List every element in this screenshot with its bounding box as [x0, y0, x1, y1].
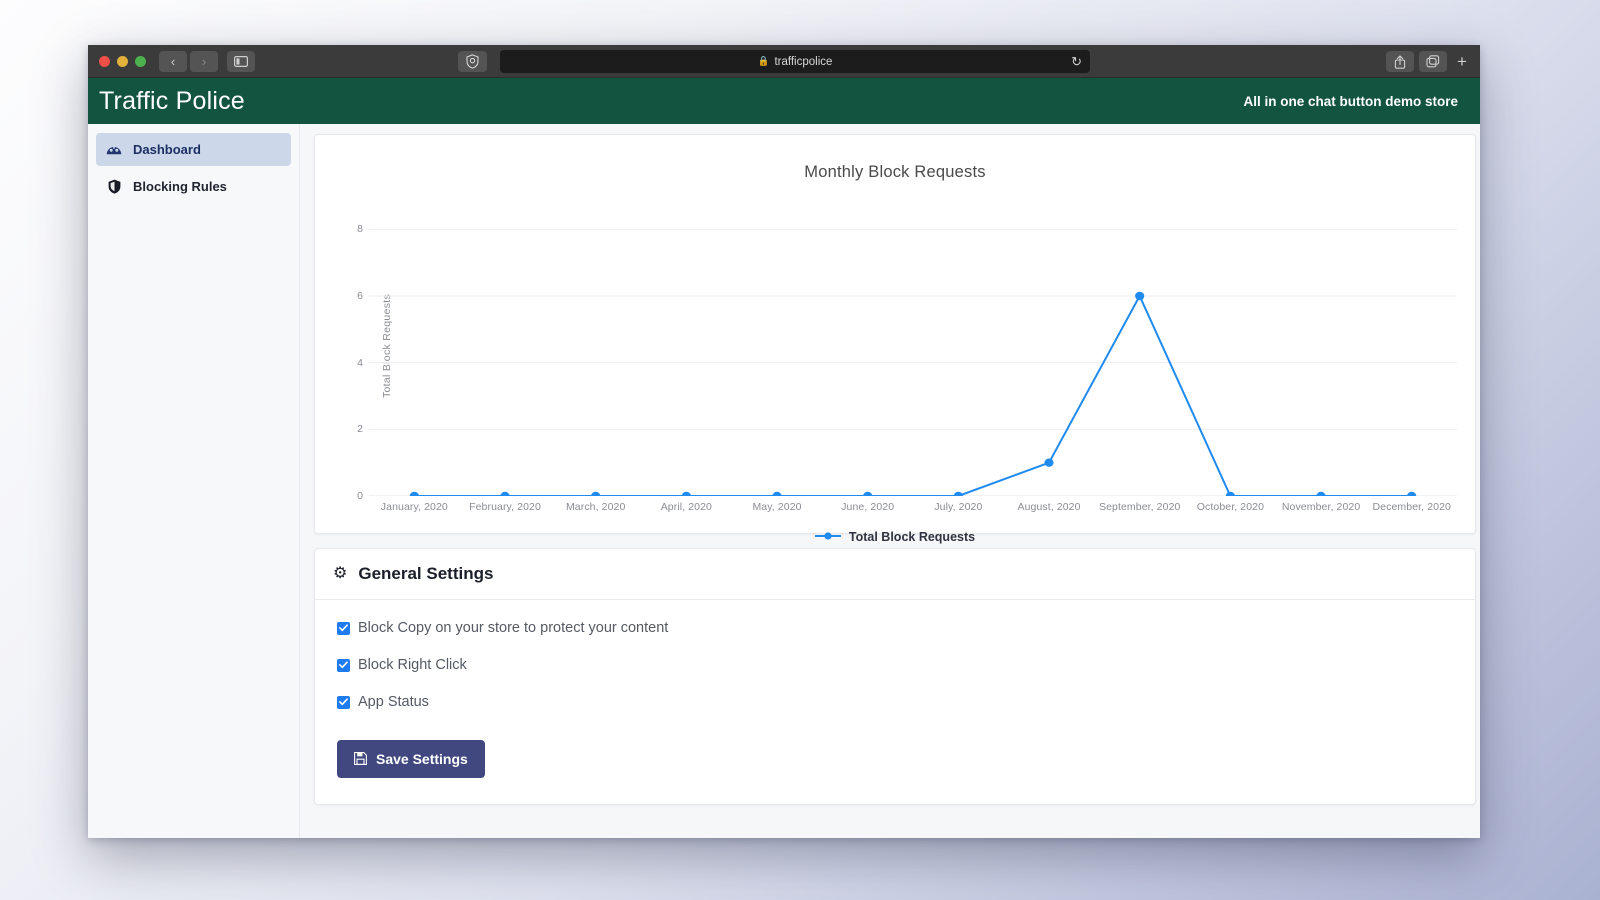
app-body: Dashboard Blocking Rules Monthly Block R…	[88, 124, 1480, 838]
browser-right-controls: +	[1386, 51, 1472, 72]
save-settings-label: Save Settings	[376, 751, 468, 767]
sidebar-item-blocking-rules[interactable]: Blocking Rules	[96, 170, 291, 203]
tabs-icon[interactable]	[1419, 51, 1447, 72]
checkbox-checked-icon[interactable]	[337, 658, 350, 672]
new-tab-button[interactable]: +	[1452, 51, 1472, 72]
legend-label: Total Block Requests	[848, 530, 976, 544]
settings-header: ⚙ General Settings	[315, 549, 1475, 600]
legend-marker-icon	[814, 528, 841, 546]
chart-plot-area: Total Block Requests January, 2020 Februa…	[327, 196, 1463, 513]
browser-titlebar: ‹ › 🔒 trafficpolice ↻ +	[88, 45, 1480, 78]
checkbox-label: Block Right Click	[358, 657, 467, 673]
chart-title: Monthly Block Requests	[804, 163, 986, 181]
x-axis-tick-label: January, 2020	[380, 501, 448, 513]
x-axis-tick-label: December, 2020	[1372, 501, 1451, 513]
shield-icon[interactable]	[458, 51, 487, 72]
y-axis-tick-label: 6	[357, 290, 363, 302]
browser-window: ‹ › 🔒 trafficpolice ↻ + Traffic Police A…	[88, 45, 1480, 838]
main-content: Monthly Block Requests Total Block Reque…	[300, 124, 1480, 838]
sidebar-item-dashboard[interactable]: Dashboard	[96, 133, 291, 166]
dashboard-icon	[106, 143, 122, 157]
gear-icon: ⚙	[333, 565, 348, 582]
x-axis-tick-label: September, 2020	[1098, 501, 1181, 513]
checkbox-label: App Status	[358, 694, 429, 710]
store-name-label: All in one chat button demo store	[1243, 93, 1458, 109]
x-axis-tick-label: February, 2020	[469, 501, 541, 513]
line-chart-svg[interactable]	[369, 196, 1457, 496]
sidebar-item-label: Blocking Rules	[133, 179, 227, 194]
x-axis-tick-label: June, 2020	[841, 501, 895, 513]
x-axis-tick-label: November, 2020	[1281, 501, 1361, 513]
save-icon	[354, 751, 367, 767]
lock-icon: 🔒	[757, 56, 770, 67]
settings-checkbox-row[interactable]: App Status	[337, 694, 1453, 710]
back-icon[interactable]: ‹	[159, 50, 187, 72]
y-axis-tick-label: 0	[357, 490, 363, 502]
browser-nav-buttons: ‹ ›	[159, 50, 218, 72]
sidebar-item-label: Dashboard	[133, 142, 201, 157]
minimize-window-button[interactable]	[117, 55, 128, 67]
settings-checkbox-row[interactable]: Block Copy on your store to protect your…	[337, 620, 1453, 636]
maximize-window-button[interactable]	[135, 55, 146, 67]
x-axis-tick-label: March, 2020	[565, 501, 626, 513]
window-traffic-lights	[88, 55, 146, 67]
y-axis-tick-label: 4	[357, 356, 363, 369]
sidebar-toggle-icon[interactable]	[227, 50, 255, 72]
sidebar: Dashboard Blocking Rules	[88, 124, 300, 838]
x-axis-tick-label: July, 2020	[934, 501, 983, 513]
app-header: Traffic Police All in one chat button de…	[88, 78, 1480, 124]
forward-icon[interactable]: ›	[190, 50, 218, 72]
checkbox-checked-icon[interactable]	[337, 695, 350, 709]
x-axis-tick-label: October, 2020	[1196, 501, 1265, 513]
save-settings-button[interactable]: Save Settings	[337, 740, 485, 778]
x-axis-tick-label: May, 2020	[752, 501, 802, 513]
page-title: Traffic Police	[99, 86, 245, 115]
x-axis-tick-label: August, 2020	[1017, 501, 1081, 513]
settings-body: Block Copy on your store to protect your…	[315, 600, 1475, 804]
settings-title: General Settings	[358, 564, 494, 583]
shield-icon	[106, 179, 122, 194]
address-bar[interactable]: 🔒 trafficpolice ↻	[500, 50, 1090, 73]
share-icon[interactable]	[1386, 51, 1414, 72]
close-window-button[interactable]	[99, 55, 110, 67]
settings-checkbox-row[interactable]: Block Right Click	[337, 657, 1453, 673]
x-axis-tick-label: April, 2020	[660, 501, 712, 513]
chart-legend[interactable]: Total Block Requests	[327, 528, 1463, 546]
checkbox-label: Block Copy on your store to protect your…	[358, 620, 669, 636]
url-text: trafficpolice	[774, 55, 833, 68]
y-axis-tick-label: 2	[357, 423, 363, 436]
general-settings-card: ⚙ General Settings Block Copy on your st…	[314, 548, 1476, 805]
x-axis-tick-labels: January, 2020 February, 2020 March, 2020 Ap…	[369, 496, 1457, 513]
y-axis-tick-label: 8	[357, 223, 363, 236]
checkbox-checked-icon[interactable]	[337, 621, 350, 635]
reload-icon[interactable]: ↻	[1071, 53, 1082, 70]
chart-card: Monthly Block Requests Total Block Reque…	[314, 134, 1476, 544]
